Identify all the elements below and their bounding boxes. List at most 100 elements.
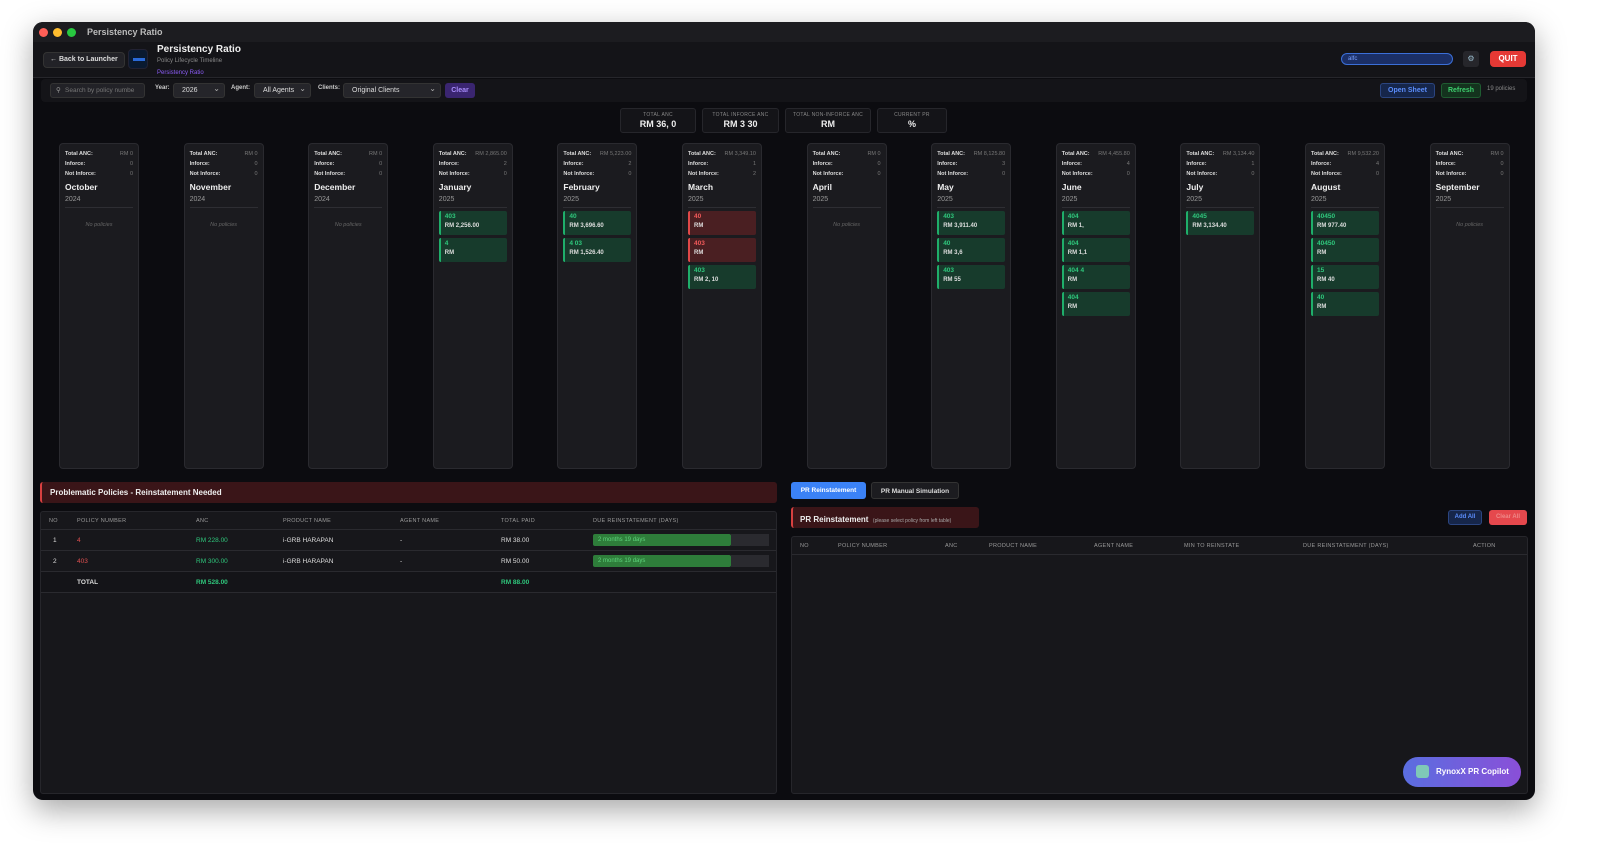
quit-button[interactable]: QUIT — [1490, 51, 1526, 67]
month-stat-row: Not Inforce: 0 — [314, 169, 382, 179]
month-stat-label: Inforce: — [65, 161, 86, 167]
copilot-button[interactable]: RynoxX PR Copilot — [1403, 757, 1521, 787]
policy-number: 404 4 — [1067, 267, 1085, 274]
breadcrumb-link[interactable]: Persistency Ratio — [157, 70, 204, 76]
search-input[interactable]: ⚲ Search by policy numbe — [50, 83, 145, 98]
policy-card[interactable]: 4045 RM 3,134.40 — [1186, 211, 1255, 235]
policy-card[interactable]: 403 RM 3,911.40 — [937, 211, 1006, 235]
product-cell: i-GRB HARAPAN — [283, 536, 334, 544]
policy-list: 403 RM 2,256.00 4 RM — [438, 211, 507, 262]
month-stat-row: Inforce: 2 — [563, 159, 631, 169]
add-all-button[interactable]: Add All — [1448, 510, 1482, 525]
year-select[interactable]: 2026 — [173, 82, 225, 98]
policy-card[interactable]: 4 RM — [438, 238, 507, 262]
robot-icon — [1416, 765, 1429, 778]
policy-card[interactable]: 403 RM 2,256.00 — [438, 211, 507, 235]
month-stat-label: Total ANC: — [563, 151, 592, 157]
tab-pr-manual-simulation[interactable]: PR Manual Simulation — [871, 482, 959, 499]
close-window-button[interactable] — [39, 27, 48, 37]
month-name: January — [438, 182, 472, 192]
back-to-launcher-button[interactable]: ← Back to Launcher — [43, 52, 125, 68]
month-name: October — [65, 182, 98, 192]
policy-card[interactable]: 40450 RM — [1311, 238, 1379, 262]
month-stat-row: Total ANC: RM 2,865.00 — [439, 149, 507, 159]
month-year: 2025 — [812, 196, 881, 208]
month-column-april: Total ANC: RM 0 Inforce: 0 Not Inforce: 0 Apri… — [806, 143, 887, 469]
policy-number: 404 — [1067, 240, 1079, 247]
month-stat-value: 0 — [877, 161, 881, 167]
month-stat-label: Inforce: — [314, 161, 335, 167]
policy-card[interactable]: 404 RM — [1061, 292, 1130, 316]
policy-card[interactable]: 4 03 RM 1,526.40 — [563, 238, 632, 262]
column-header: ANC — [196, 517, 209, 524]
policy-number: 403 — [444, 213, 456, 220]
refresh-button[interactable]: Refresh — [1441, 83, 1481, 98]
month-stat-row: Inforce: 1 — [688, 159, 756, 169]
table-row[interactable]: 2 403 RM 300.00 i-GRB HARAPAN - RM 50.00 2 mon… — [41, 551, 776, 572]
policy-card[interactable]: 40 RM 3,696.60 — [563, 211, 632, 235]
policy-card[interactable]: 403 RM 55 — [937, 265, 1006, 289]
policy-card[interactable]: 15 RM 40 — [1311, 265, 1379, 289]
policy-count: 19 policies — [1487, 86, 1516, 92]
month-stat-value: 0 — [1500, 171, 1504, 177]
month-stat-label: Inforce: — [1061, 161, 1082, 167]
open-sheet-button[interactable]: Open Sheet — [1380, 83, 1435, 98]
month-column-january: Total ANC: RM 2,865.00 Inforce: 2 Not Inforc… — [432, 143, 513, 469]
policy-card[interactable]: 40 RM 3,6 — [937, 238, 1006, 262]
month-year: 2025 — [688, 196, 756, 208]
month-stat-value: 1 — [1251, 161, 1255, 167]
month-stat-value: 0 — [254, 161, 258, 167]
stat-label: TOTAL INFORCE ANC — [712, 112, 769, 118]
policy-card[interactable]: 403 RM 2, 10 — [688, 265, 756, 289]
policy-card[interactable]: 40 RM — [1311, 292, 1379, 316]
policy-anc: RM — [694, 223, 704, 229]
month-stat-value: 0 — [379, 171, 383, 177]
month-year: 2024 — [314, 196, 383, 208]
reinstatement-header: PR Reinstatement (please select policy f… — [791, 507, 979, 528]
month-name: November — [189, 182, 232, 192]
month-stat-value: RM 0 — [867, 151, 881, 157]
policy-card[interactable]: 404 4 RM — [1061, 265, 1130, 289]
month-stat-row: Total ANC: RM 8,125.80 — [937, 149, 1005, 159]
month-stat-label: Not Inforce: — [189, 171, 221, 177]
month-stat-value: 2 — [752, 171, 756, 177]
clear-all-button[interactable]: Clear All — [1489, 510, 1527, 525]
policy-card[interactable]: 404 RM 1, — [1061, 211, 1130, 235]
settings-icon[interactable]: ⚙ — [1463, 51, 1479, 67]
month-stat-value: 0 — [877, 171, 881, 177]
month-stat-row: Total ANC: RM 3,134.40 — [1186, 149, 1254, 159]
stat-value: RM 3 30 — [723, 119, 758, 129]
table-row[interactable]: 1 4 RM 228.00 i-GRB HARAPAN - RM 38.00 2 month… — [41, 530, 776, 551]
month-stat-label: Inforce: — [688, 161, 709, 167]
column-header: AGENT NAME — [1094, 542, 1134, 549]
no-cell: 2 — [53, 557, 57, 565]
policy-list: 4045 RM 3,134.40 — [1186, 211, 1255, 235]
window-title: Persistency Ratio — [87, 27, 163, 37]
month-year: 2025 — [563, 196, 632, 208]
month-stat-row: Inforce: 2 — [439, 159, 507, 169]
policy-number: 403 — [694, 267, 705, 274]
policy-card[interactable]: 40450 RM 977.40 — [1311, 211, 1379, 235]
clear-filters-button[interactable]: Clear — [445, 83, 475, 98]
month-stat-row: Not Inforce: 0 — [439, 169, 507, 179]
policy-card[interactable]: 40 RM — [688, 211, 756, 235]
policy-anc: RM 977.40 — [1317, 223, 1347, 229]
month-stat-row: Total ANC: RM 0 — [190, 149, 258, 159]
policy-number: 403 — [943, 213, 955, 220]
month-stat-value: 1 — [752, 161, 756, 167]
month-year: 2025 — [1061, 196, 1130, 208]
month-year: 2025 — [937, 196, 1006, 208]
maximize-window-button[interactable] — [67, 27, 76, 37]
total-label: TOTAL — [77, 578, 99, 586]
clients-select[interactable]: Original Clients — [343, 82, 441, 98]
month-year: 2025 — [1186, 196, 1255, 208]
month-stat-row: Not Inforce: 0 — [65, 169, 133, 179]
reinstatement-title: PR Reinstatement — [800, 515, 869, 524]
minimize-window-button[interactable] — [53, 27, 62, 37]
tab-pr-reinstatement[interactable]: PR Reinstatement — [791, 482, 866, 499]
policy-card[interactable]: 403 RM — [688, 238, 756, 262]
month-stat-row: Inforce: 0 — [65, 159, 133, 169]
policy-card[interactable]: 404 RM 1,1 — [1061, 238, 1130, 262]
user-pill[interactable]: alfc — [1341, 53, 1453, 65]
agent-select[interactable]: All Agents — [254, 82, 311, 98]
